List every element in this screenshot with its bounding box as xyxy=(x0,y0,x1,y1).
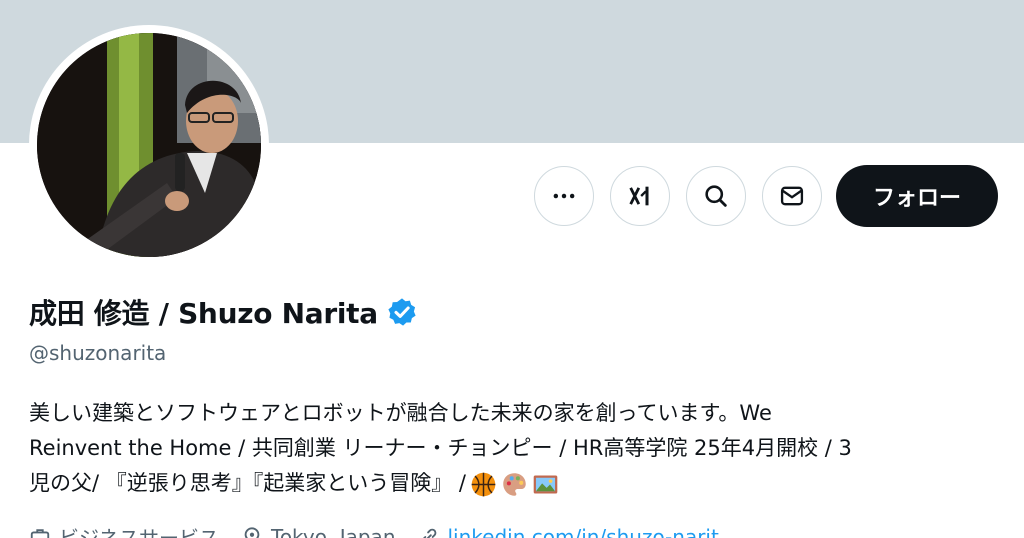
category-label: ビジネスサービス xyxy=(59,526,219,538)
bio-line-with-emoji: 児の父/ 『逆張り思考』『起業家という冒険』 / xyxy=(29,466,989,501)
more-button[interactable] xyxy=(534,166,594,226)
bio-emojis xyxy=(470,471,563,498)
profile-bio: 美しい建築とソフトウェアとロボットが融合した未来の家を創っています。We Rei… xyxy=(29,396,989,501)
avatar-photo xyxy=(37,33,261,257)
display-name: 成田 修造 / Shuzo Narita xyxy=(29,297,378,330)
follow-button[interactable]: フォロー xyxy=(836,165,998,227)
website-item[interactable]: linkedin.com/in/shuzo-narit xyxy=(418,525,719,538)
palette-icon xyxy=(501,471,528,498)
verified-badge-icon[interactable] xyxy=(386,296,418,328)
picture-icon xyxy=(532,471,559,498)
mail-icon xyxy=(780,186,804,206)
briefcase-icon xyxy=(30,528,50,538)
location-label: Tokyo, Japan xyxy=(271,524,396,538)
profile-meta: ビジネスサービス Tokyo, Japan linkedin.com/in/sh… xyxy=(29,522,741,538)
basketball-icon xyxy=(470,471,497,498)
website-link[interactable]: linkedin.com/in/shuzo-narit xyxy=(448,525,719,538)
grok-button[interactable] xyxy=(610,166,670,226)
link-icon xyxy=(422,528,436,538)
grok-icon xyxy=(629,186,649,206)
search-icon xyxy=(705,185,727,207)
message-button[interactable] xyxy=(762,166,822,226)
search-button[interactable] xyxy=(686,166,746,226)
bio-line: 児の父/ 『逆張り思考』『起業家という冒険』 / xyxy=(29,471,466,495)
avatar[interactable] xyxy=(37,33,261,257)
category-item: ビジネスサービス xyxy=(29,522,219,538)
more-icon xyxy=(553,193,575,199)
bio-line: Reinvent the Home / 共同創業 リーナー・チョンピー / HR… xyxy=(29,436,852,460)
user-handle: @shuzonarita xyxy=(29,341,167,365)
location-item: Tokyo, Japan xyxy=(241,525,396,538)
profile-actions: フォロー xyxy=(534,165,998,227)
bio-line: 美しい建築とソフトウェアとロボットが融合した未来の家を創っています。We xyxy=(29,401,772,425)
location-pin-icon xyxy=(244,526,260,538)
profile-name-row: 成田 修造 / Shuzo Narita xyxy=(29,292,418,332)
